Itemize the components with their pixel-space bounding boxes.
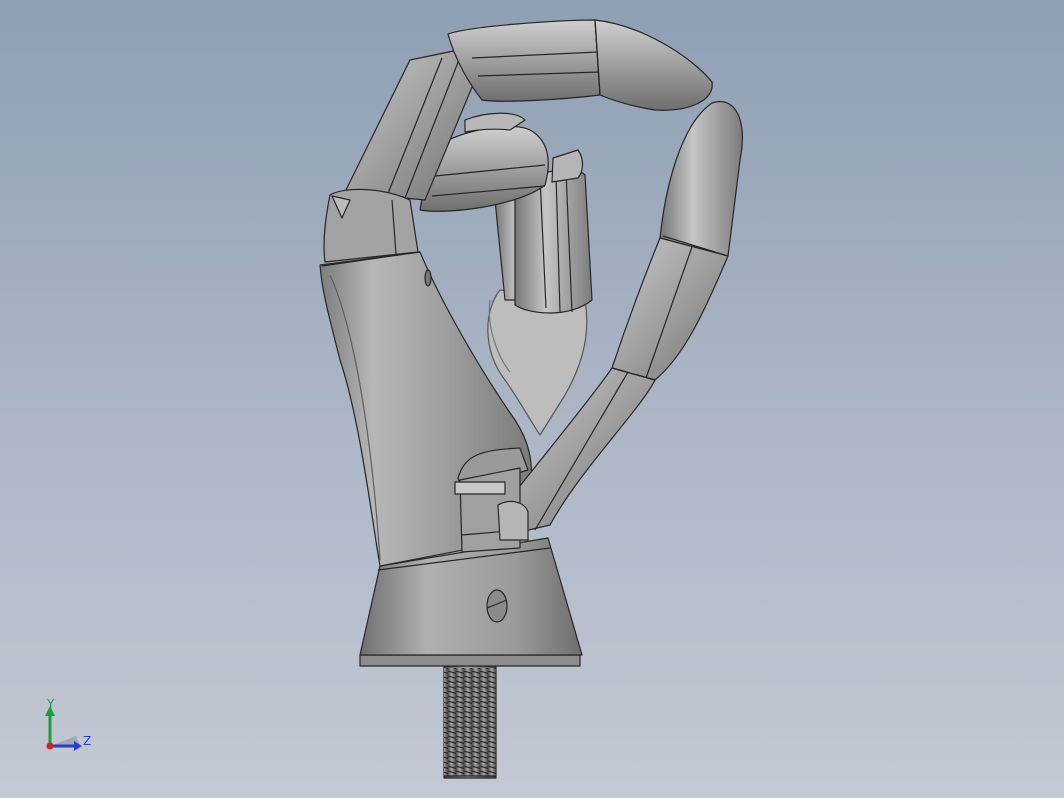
axis-y-label: Y (47, 697, 55, 711)
axis-z-label: Z (83, 734, 92, 748)
graphics-viewport[interactable]: Y Z (0, 0, 1064, 798)
base-screw (486, 589, 508, 623)
axis-triad-icon (45, 706, 82, 751)
base-flange (359, 654, 581, 667)
thumb-distal (659, 100, 743, 257)
axis-triad: Y Z (36, 696, 100, 760)
hand-model[interactable] (0, 0, 1064, 798)
